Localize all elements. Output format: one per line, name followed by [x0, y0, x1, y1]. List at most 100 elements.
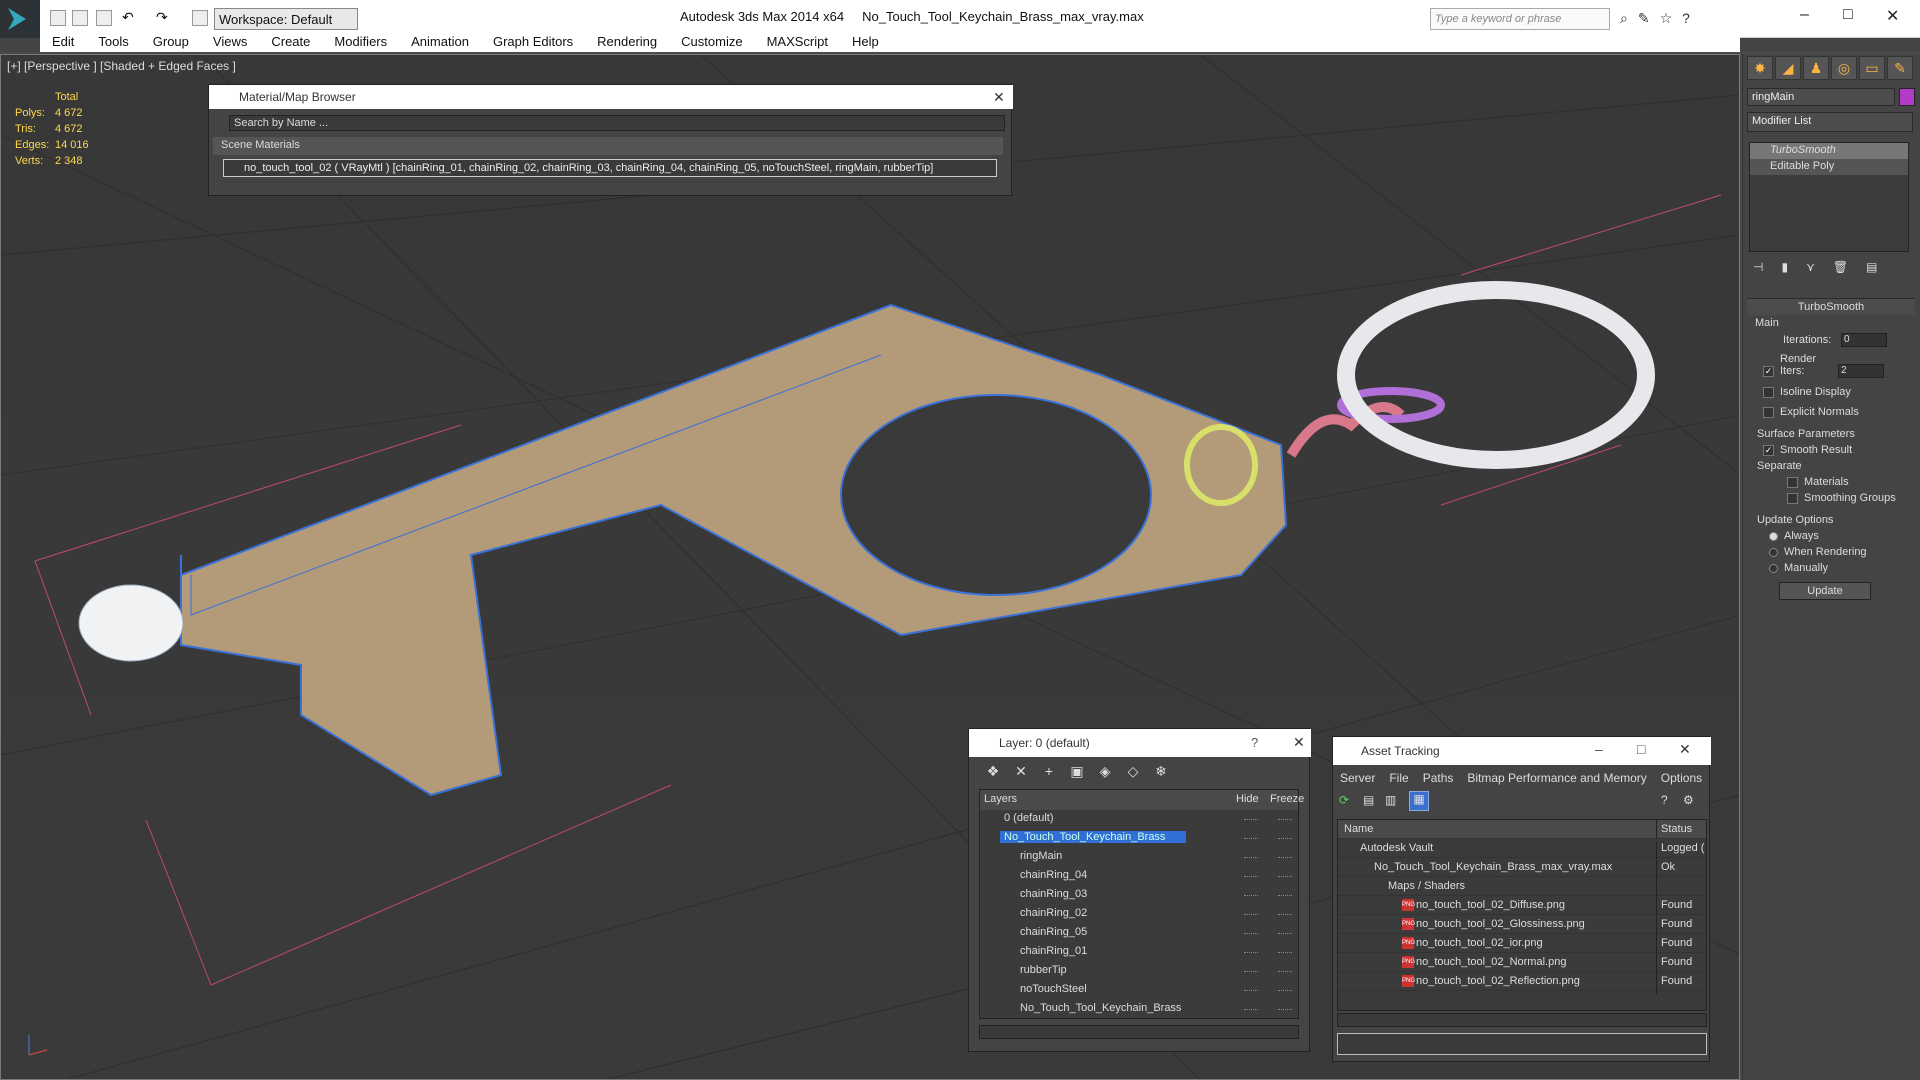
scene-materials-section[interactable]: Scene Materials	[213, 137, 1003, 155]
asset-row[interactable]: PNGno_touch_tool_02_ior.png Found	[1338, 934, 1706, 956]
make-unique-icon[interactable]: ⋎	[1806, 260, 1815, 276]
freeze-toggle[interactable]	[1278, 933, 1292, 935]
layer-hscrollbar[interactable]	[979, 1025, 1299, 1039]
asset-hscrollbar[interactable]	[1337, 1013, 1707, 1027]
smoothing-groups-checkbox[interactable]	[1787, 492, 1798, 504]
asset-row[interactable]: PNGno_touch_tool_02_Glossiness.png Found	[1338, 915, 1706, 937]
material-search-input[interactable]: Search by Name ...	[229, 115, 1005, 131]
col-hide[interactable]: Hide	[1236, 793, 1259, 805]
stack-item-turbosmooth[interactable]: TurboSmooth	[1750, 143, 1908, 159]
modify-tab-icon[interactable]: ◢	[1775, 56, 1801, 80]
layer-row[interactable]: chainRing_01	[980, 943, 1298, 962]
menu-maxscript[interactable]: MAXScript	[755, 31, 840, 53]
stack-item-editable-poly[interactable]: Editable Poly	[1750, 159, 1908, 175]
smooth-result-checkbox[interactable]: ✓	[1763, 444, 1774, 456]
explicit-normals-checkbox[interactable]	[1763, 406, 1774, 418]
close-button[interactable]: ✕	[1886, 6, 1899, 26]
refresh-icon[interactable]: ⟳	[1339, 793, 1349, 807]
freeze-toggle[interactable]	[1278, 857, 1292, 859]
binoculars-icon[interactable]: ⌕	[1620, 10, 1628, 28]
asset-help-icon[interactable]: ?	[1661, 793, 1668, 807]
asset-menu-bitmap[interactable]: Bitmap Performance and Memory	[1460, 769, 1653, 787]
iterations-spinner[interactable]: 0	[1841, 333, 1887, 347]
asset-path-field[interactable]	[1337, 1033, 1707, 1055]
open-file-icon[interactable]	[72, 10, 88, 26]
col-freeze[interactable]: Freeze	[1270, 793, 1304, 805]
freeze-toggle[interactable]	[1278, 876, 1292, 878]
hide-all-icon[interactable]: ◇	[1123, 763, 1143, 781]
render-iters-checkbox[interactable]: ✓	[1763, 365, 1774, 377]
menu-views[interactable]: Views	[201, 31, 259, 53]
hide-toggle[interactable]	[1244, 933, 1258, 935]
viewport-label[interactable]: [+] [Perspective ] [Shaded + Edged Faces…	[7, 59, 236, 73]
menu-modifiers[interactable]: Modifiers	[322, 31, 399, 53]
menu-graph-editors[interactable]: Graph Editors	[481, 31, 585, 53]
app-logo-icon[interactable]	[0, 0, 40, 38]
layer-row[interactable]: ringMain	[980, 848, 1298, 867]
render-iters-spinner[interactable]: 2	[1838, 364, 1884, 379]
layer-row[interactable]: noTouchSteel	[980, 981, 1298, 1000]
menu-tools[interactable]: Tools	[86, 31, 140, 53]
always-radio[interactable]	[1769, 531, 1778, 541]
asset-row[interactable]: PNGno_touch_tool_02_Normal.png Found	[1338, 953, 1706, 975]
asset-row[interactable]: PNGno_touch_tool_02_Diffuse.png Found	[1338, 896, 1706, 918]
create-tab-icon[interactable]: ✸	[1747, 56, 1773, 80]
pin-stack-icon[interactable]: ⊣	[1753, 260, 1763, 276]
remove-modifier-icon[interactable]: 🗑	[1833, 260, 1848, 276]
col-name[interactable]: Name	[1344, 823, 1373, 835]
menu-group[interactable]: Group	[141, 31, 201, 53]
delete-layer-icon[interactable]: ✕	[1011, 763, 1031, 781]
minimize-button[interactable]: –	[1800, 6, 1809, 24]
layer-row[interactable]: chainRing_02	[980, 905, 1298, 924]
object-color-swatch[interactable]	[1899, 88, 1915, 106]
list-view-icon[interactable]: ▤	[1363, 793, 1374, 807]
material-browser-close-icon[interactable]: ✕	[993, 89, 1005, 106]
freeze-toggle[interactable]	[1278, 819, 1292, 821]
layer-row[interactable]: 0 (default)	[980, 810, 1298, 829]
rollout-title[interactable]: TurboSmooth	[1747, 299, 1915, 315]
freeze-all-icon[interactable]: ❄	[1151, 763, 1171, 781]
asset-menu-server[interactable]: Server	[1333, 769, 1382, 787]
add-to-layer-icon[interactable]: +	[1039, 763, 1059, 781]
layer-help-icon[interactable]: ?	[1251, 735, 1258, 750]
undo-icon[interactable]: ↶	[122, 9, 134, 26]
layer-row[interactable]: No_Touch_Tool_Keychain_Brass	[980, 1000, 1298, 1019]
hide-toggle[interactable]	[1244, 819, 1258, 821]
create-layer-icon[interactable]: ❖	[983, 763, 1003, 781]
layer-close-icon[interactable]: ✕	[1293, 734, 1305, 751]
asset-row[interactable]: Maps / Shaders	[1338, 877, 1706, 899]
menu-animation[interactable]: Animation	[399, 31, 481, 53]
material-item[interactable]: no_touch_tool_02 ( VRayMtl ) [chainRing_…	[223, 159, 997, 177]
menu-rendering[interactable]: Rendering	[585, 31, 669, 53]
materials-checkbox[interactable]	[1787, 476, 1798, 488]
asset-row[interactable]: No_Touch_Tool_Keychain_Brass_max_vray.ma…	[1338, 858, 1706, 880]
layer-row[interactable]: No_Touch_Tool_Keychain_Brass	[980, 829, 1298, 848]
freeze-toggle[interactable]	[1278, 895, 1292, 897]
layer-row[interactable]: chainRing_05	[980, 924, 1298, 943]
col-status[interactable]: Status	[1656, 820, 1708, 839]
layer-row[interactable]: rubberTip	[980, 962, 1298, 981]
hide-toggle[interactable]	[1244, 895, 1258, 897]
asset-menu-file[interactable]: File	[1382, 769, 1415, 787]
asset-minimize-button[interactable]: –	[1595, 741, 1603, 757]
asset-maximize-button[interactable]: □	[1637, 741, 1645, 757]
update-button[interactable]: Update	[1779, 582, 1871, 601]
redo-icon[interactable]: ↷	[156, 9, 168, 26]
modifier-list-dropdown[interactable]: Modifier List	[1747, 112, 1913, 132]
show-end-result-icon[interactable]: ▮	[1781, 260, 1788, 276]
workspace-dropdown[interactable]: Workspace: Default	[214, 8, 358, 30]
freeze-toggle[interactable]	[1278, 1009, 1292, 1011]
asset-menu-paths[interactable]: Paths	[1416, 769, 1461, 787]
motion-tab-icon[interactable]: ◎	[1831, 56, 1857, 80]
material-browser-title[interactable]: Material/Map Browser	[209, 85, 1013, 109]
col-layers[interactable]: Layers	[984, 793, 1017, 805]
hierarchy-tab-icon[interactable]: ♟	[1803, 56, 1829, 80]
table-view-icon[interactable]: ▦	[1409, 791, 1429, 811]
hide-toggle[interactable]	[1244, 838, 1258, 840]
asset-row[interactable]: Autodesk Vault Logged (	[1338, 839, 1706, 861]
menu-create[interactable]: Create	[259, 31, 322, 53]
highlight-selected-icon[interactable]: ◈	[1095, 763, 1115, 781]
help-icon[interactable]: ?	[1682, 10, 1690, 28]
display-tab-icon[interactable]: ▭	[1859, 56, 1885, 80]
utilities-tab-icon[interactable]: ✎	[1887, 56, 1913, 80]
